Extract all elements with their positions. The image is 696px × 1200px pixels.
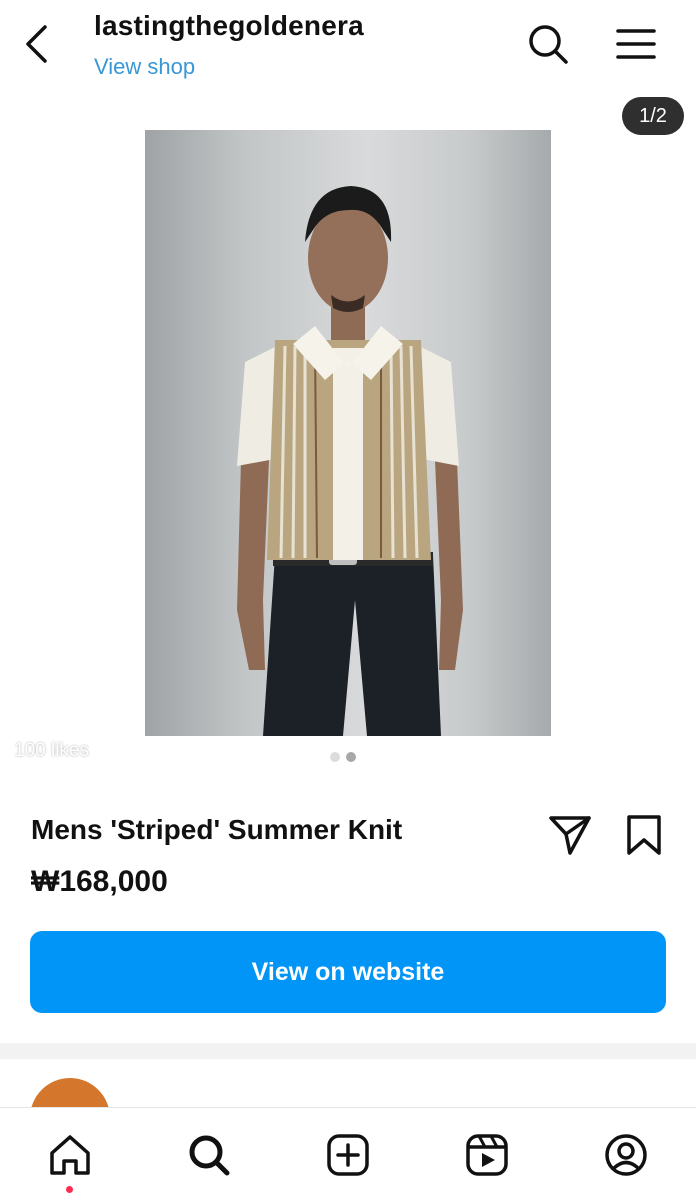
account-username[interactable]: lastingthegoldenera <box>94 10 364 42</box>
hamburger-menu-icon <box>616 29 656 59</box>
bookmark-icon <box>627 815 661 855</box>
tab-home[interactable] <box>45 1130 95 1180</box>
model-illustration <box>237 186 463 736</box>
menu-button[interactable] <box>612 20 660 68</box>
product-image[interactable] <box>145 130 551 736</box>
carousel-dot-2[interactable] <box>346 752 356 762</box>
search-button[interactable] <box>524 20 572 68</box>
chevron-left-icon <box>26 25 47 63</box>
tab-search[interactable] <box>184 1130 234 1180</box>
profile-icon <box>605 1134 647 1176</box>
tab-reels[interactable] <box>462 1130 512 1180</box>
carousel-counter: 1/2 <box>622 97 684 135</box>
product-price: ₩168,000 <box>31 865 168 898</box>
tab-profile[interactable] <box>601 1130 651 1180</box>
bottom-tab-bar <box>0 1107 696 1200</box>
view-shop-link[interactable]: View shop <box>94 54 364 80</box>
search-icon <box>189 1135 230 1176</box>
back-button[interactable] <box>16 22 56 66</box>
home-icon <box>50 1135 90 1175</box>
tab-create[interactable] <box>323 1130 373 1180</box>
likes-count[interactable]: 100 likes <box>14 740 89 762</box>
title-block: lastingthegoldenera View shop <box>94 10 364 80</box>
reels-icon <box>466 1134 508 1176</box>
paper-plane-icon <box>549 816 591 855</box>
section-divider <box>0 1043 696 1059</box>
view-on-website-button[interactable]: View on website <box>30 931 666 1013</box>
carousel-dot-1[interactable] <box>330 752 340 762</box>
carousel-dots <box>330 752 356 762</box>
share-button[interactable] <box>545 810 595 860</box>
search-icon <box>529 25 568 64</box>
home-notification-dot <box>66 1186 73 1193</box>
product-name: Mens 'Striped' Summer Knit <box>31 814 403 845</box>
top-bar: lastingthegoldenera View shop <box>0 0 696 92</box>
plus-square-icon <box>327 1134 369 1176</box>
save-button[interactable] <box>620 810 668 860</box>
